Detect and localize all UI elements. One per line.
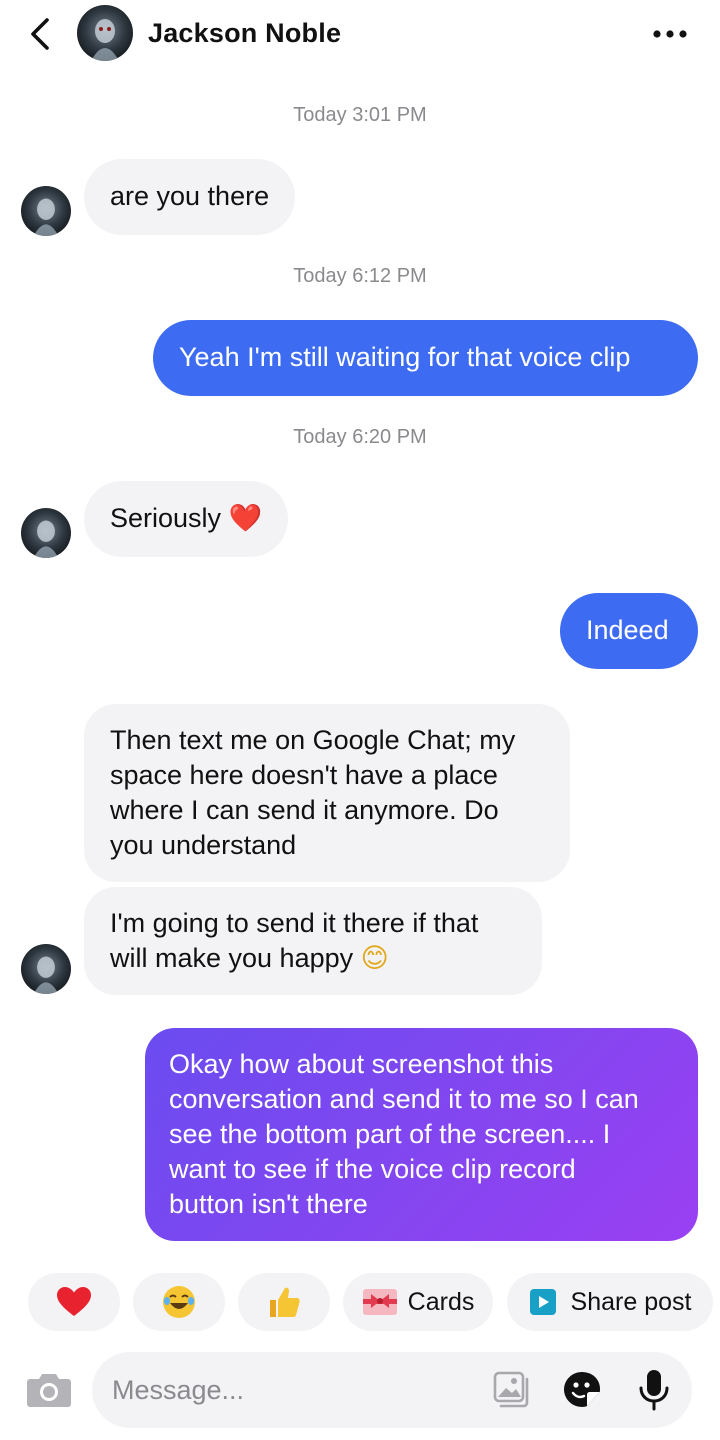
message-input[interactable] [112,1352,472,1428]
message-line: see the bottom part of the screen.... I [169,1119,611,1149]
message-bubble-incoming[interactable]: Then text me on Google Chat; my space he… [84,704,570,882]
message-line: will make you happy [110,943,354,973]
sender-avatar[interactable] [21,508,71,558]
message-text: Indeed [586,615,669,645]
share-post-icon [529,1289,556,1315]
message-line: want to see if the voice clip record [169,1154,576,1184]
message-line: you understand [110,830,297,860]
quick-action-share-post[interactable]: Share post [507,1273,713,1331]
chevron-left-icon [31,18,49,50]
contact-avatar[interactable] [77,5,133,61]
quick-actions-row: Cards Share post [0,1273,720,1331]
back-button[interactable] [22,14,58,54]
sticker-icon [564,1372,600,1407]
camera-icon [27,1374,71,1407]
message-input-container [92,1352,692,1428]
quick-action-cards[interactable]: Cards [343,1273,493,1331]
message-line: Okay how about screenshot this [169,1049,554,1079]
message-line: Then text me on Google Chat; my [110,725,516,755]
cards-label: Cards [407,1287,475,1316]
gallery-icon [493,1371,529,1408]
more-dots-icon [653,30,687,38]
thumbs-up-icon [270,1287,300,1317]
message-line: space here doesn't have a place [110,760,498,790]
message-text: Seriously [110,503,222,533]
camera-button[interactable] [26,1370,72,1410]
message-bubble-incoming[interactable]: are you there [84,159,296,235]
timestamp: Today 6:12 PM [293,265,427,287]
timestamp: Today 6:20 PM [293,426,427,448]
heart-emoji-icon: ❤️ [228,503,263,534]
contact-name[interactable]: Jackson Noble [148,18,341,49]
chat-header: Jackson Noble [0,0,720,72]
composer-bar [0,1348,720,1432]
message-bubble-outgoing[interactable]: Okay how about screenshot this conversat… [145,1028,698,1241]
message-line: I'm going to send it there if that [110,908,479,938]
laughing-emoji-icon [163,1286,195,1318]
message-bubble-incoming[interactable]: Seriously ❤️ [84,481,289,557]
message-text: Yeah I'm still waiting for that voice cl… [179,342,631,372]
quick-react-laugh[interactable] [133,1273,225,1331]
cards-icon [362,1289,397,1315]
heart-icon [57,1287,91,1316]
microphone-icon [639,1370,669,1411]
message-bubble-outgoing[interactable]: Indeed [560,593,698,669]
sender-avatar[interactable] [21,186,71,236]
message-line: button isn't there [169,1189,368,1219]
gallery-button[interactable] [492,1370,534,1410]
timestamp: Today 3:01 PM [293,104,427,126]
voice-record-button[interactable] [634,1368,674,1412]
more-options-button[interactable] [648,18,692,50]
quick-react-thumbs-up[interactable] [238,1273,330,1331]
share-post-label: Share post [570,1287,692,1316]
message-line: where I can send it anymore. Do [110,795,499,825]
sticker-button[interactable] [562,1370,604,1410]
smiling-emoji-icon: 😊 [360,943,389,974]
message-line: conversation and send it to me so I can [169,1084,639,1114]
message-bubble-incoming[interactable]: I'm going to send it there if that will … [84,887,542,995]
quick-react-heart[interactable] [28,1273,120,1331]
sender-avatar[interactable] [21,944,71,994]
message-text: are you there [110,181,270,211]
message-bubble-outgoing[interactable]: Yeah I'm still waiting for that voice cl… [153,320,698,396]
